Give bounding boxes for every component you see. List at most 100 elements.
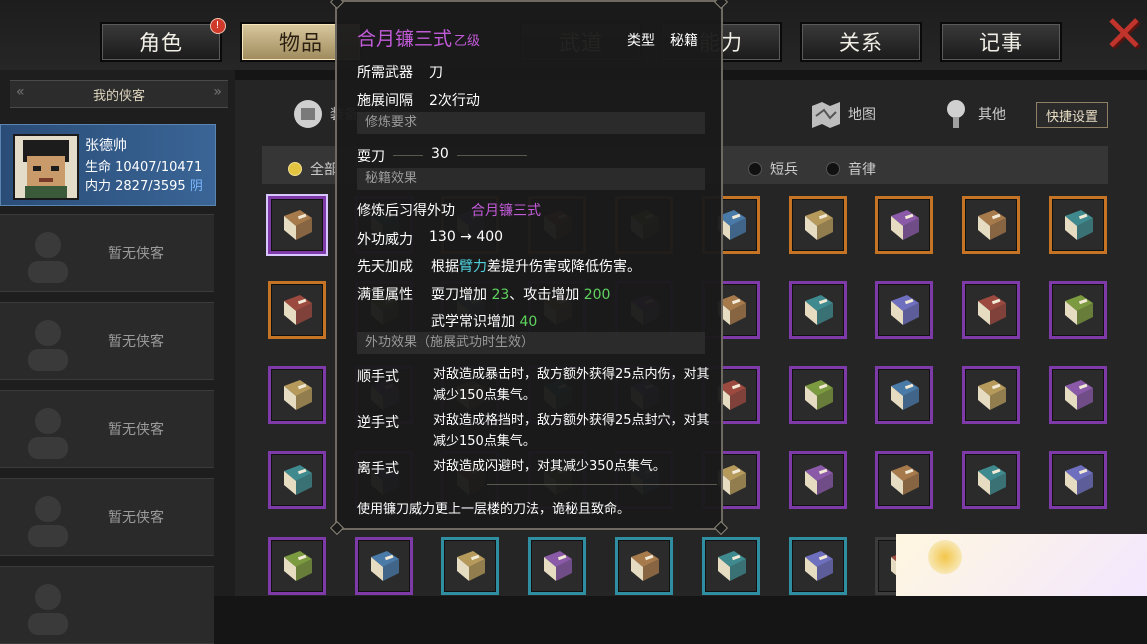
chevron-left-icon: « — [16, 84, 25, 100]
learn-value: 合月镰三式 — [471, 203, 541, 219]
inventory-slot[interactable] — [268, 196, 326, 254]
quick-settings-button[interactable]: 快捷设置 — [1036, 102, 1108, 128]
tab-relations-label: 关系 — [839, 31, 883, 55]
empty-hero-label: 暂无侠客 — [108, 510, 164, 526]
interval-value: 2次行动 — [429, 93, 480, 109]
inventory-slot[interactable] — [1049, 281, 1107, 339]
innate-suffix: 差提升伤害或降低伤害。 — [487, 259, 641, 275]
book-icon — [284, 465, 312, 495]
category-other[interactable]: 其他 — [938, 94, 1006, 134]
my-heroes-title: 我的侠客 — [92, 88, 145, 104]
empty-hero-slot[interactable]: 暂无侠客 — [0, 478, 214, 556]
empty-hero-label: 暂无侠客 — [108, 246, 164, 262]
item-flavor-text: 使用镰刀威力更上一层楼的刀法，诡秘且致命。 — [357, 502, 631, 517]
book-icon — [805, 380, 833, 410]
close-icon[interactable]: ✕ — [1103, 9, 1145, 59]
move-name: 逆手式 — [357, 415, 399, 431]
filter-music[interactable]: 音律 — [826, 159, 876, 179]
book-icon — [891, 210, 919, 240]
item-type-value: 秘籍 — [670, 33, 698, 49]
chevron-right-icon: » — [213, 84, 222, 100]
book-icon — [805, 210, 833, 240]
inventory-slot[interactable] — [962, 196, 1020, 254]
requirement-value: 30 — [431, 146, 449, 162]
inventory-slot[interactable] — [875, 196, 933, 254]
hero-card[interactable]: 张德帅 生命 10407/10471 内力 2827/3595 阴 — [0, 124, 216, 206]
book-icon — [1065, 210, 1093, 240]
empty-hero-slot[interactable] — [0, 566, 214, 644]
book-icon — [284, 210, 312, 240]
radio-icon — [288, 162, 302, 176]
inventory-slot[interactable] — [962, 366, 1020, 424]
inventory-slot[interactable] — [789, 366, 847, 424]
inventory-slot[interactable] — [441, 537, 499, 595]
armor-icon — [294, 100, 322, 128]
empty-hero-label: 暂无侠客 — [108, 422, 164, 438]
watermark — [896, 534, 1147, 596]
empty-hero-slot[interactable]: 暂无侠客 — [0, 302, 214, 380]
inventory-slot[interactable] — [702, 537, 760, 595]
empty-hero-slot[interactable]: 暂无侠客 — [0, 390, 214, 468]
inventory-slot[interactable] — [875, 281, 933, 339]
weapon-value: 刀 — [429, 65, 443, 81]
bonus-value: 200 — [583, 287, 611, 303]
inventory-slot[interactable] — [962, 451, 1020, 509]
inventory-slot[interactable] — [355, 537, 413, 595]
radio-icon — [748, 162, 762, 176]
inventory-slot[interactable] — [789, 196, 847, 254]
book-icon — [978, 210, 1006, 240]
tab-journal[interactable]: 记事 — [940, 22, 1062, 62]
book-icon — [371, 551, 399, 581]
full-level-label: 满重属性 — [357, 287, 413, 303]
hero-mp-type: 阴 — [189, 179, 203, 194]
move-desc: 对敌造成闪避时，对其减少350点集气。 — [433, 459, 666, 474]
inventory-slot[interactable] — [789, 281, 847, 339]
empty-hero-slot[interactable]: 暂无侠客 — [0, 214, 214, 292]
inventory-slot[interactable] — [1049, 451, 1107, 509]
weapon-label: 所需武器 — [357, 65, 413, 81]
innate-label: 先天加成 — [357, 259, 413, 275]
item-title: 合月镰三式 乙级 — [357, 24, 480, 51]
bonus-text: 耍刀增加 — [431, 287, 487, 303]
category-map[interactable]: 地图 — [808, 94, 876, 134]
tab-journal-label: 记事 — [979, 31, 1023, 55]
effect-section: 秘籍效果 — [357, 168, 705, 190]
inventory-slot[interactable] — [268, 451, 326, 509]
book-icon — [1065, 380, 1093, 410]
inventory-slot[interactable] — [1049, 366, 1107, 424]
skill-section: 外功效果（施展武功时生效） — [357, 332, 705, 354]
inventory-slot[interactable] — [268, 537, 326, 595]
inventory-slot[interactable] — [1049, 196, 1107, 254]
book-icon — [891, 380, 919, 410]
tab-items-label: 物品 — [279, 31, 323, 55]
inventory-slot[interactable] — [875, 366, 933, 424]
inventory-slot[interactable] — [615, 537, 673, 595]
radio-icon — [826, 162, 840, 176]
item-tooltip: 合月镰三式 乙级 类型 秘籍 所需武器 刀 施展间隔 2次行动 修炼要求 耍刀 3… — [329, 0, 729, 536]
interval-label: 施展间隔 — [357, 93, 413, 109]
book-icon — [891, 465, 919, 495]
sparkle-icon — [928, 540, 962, 574]
power-label: 外功威力 — [357, 232, 413, 248]
book-icon — [978, 295, 1006, 325]
inventory-slot[interactable] — [528, 537, 586, 595]
inventory-slot[interactable] — [789, 451, 847, 509]
empty-avatar-icon — [28, 232, 68, 283]
empty-avatar-icon — [28, 496, 68, 547]
filter-short-weapon[interactable]: 短兵 — [748, 159, 798, 179]
inventory-slot[interactable] — [268, 366, 326, 424]
filter-all[interactable]: 全部 — [288, 159, 338, 179]
inventory-slot[interactable] — [268, 281, 326, 339]
book-icon — [891, 295, 919, 325]
innate-attribute: 臂力 — [459, 259, 487, 275]
item-grade: 乙级 — [454, 34, 481, 49]
book-icon — [805, 295, 833, 325]
inventory-slot[interactable] — [875, 451, 933, 509]
requirement-section: 修炼要求 — [357, 112, 705, 134]
full-level-bonus-1: 耍刀增加 23、攻击增加 200 — [431, 284, 610, 304]
tab-character[interactable]: 角色 ! — [100, 18, 226, 62]
inventory-slot[interactable] — [962, 281, 1020, 339]
requirement-label: 耍刀 — [357, 149, 385, 165]
tab-relations[interactable]: 关系 — [800, 22, 922, 62]
inventory-slot[interactable] — [789, 537, 847, 595]
